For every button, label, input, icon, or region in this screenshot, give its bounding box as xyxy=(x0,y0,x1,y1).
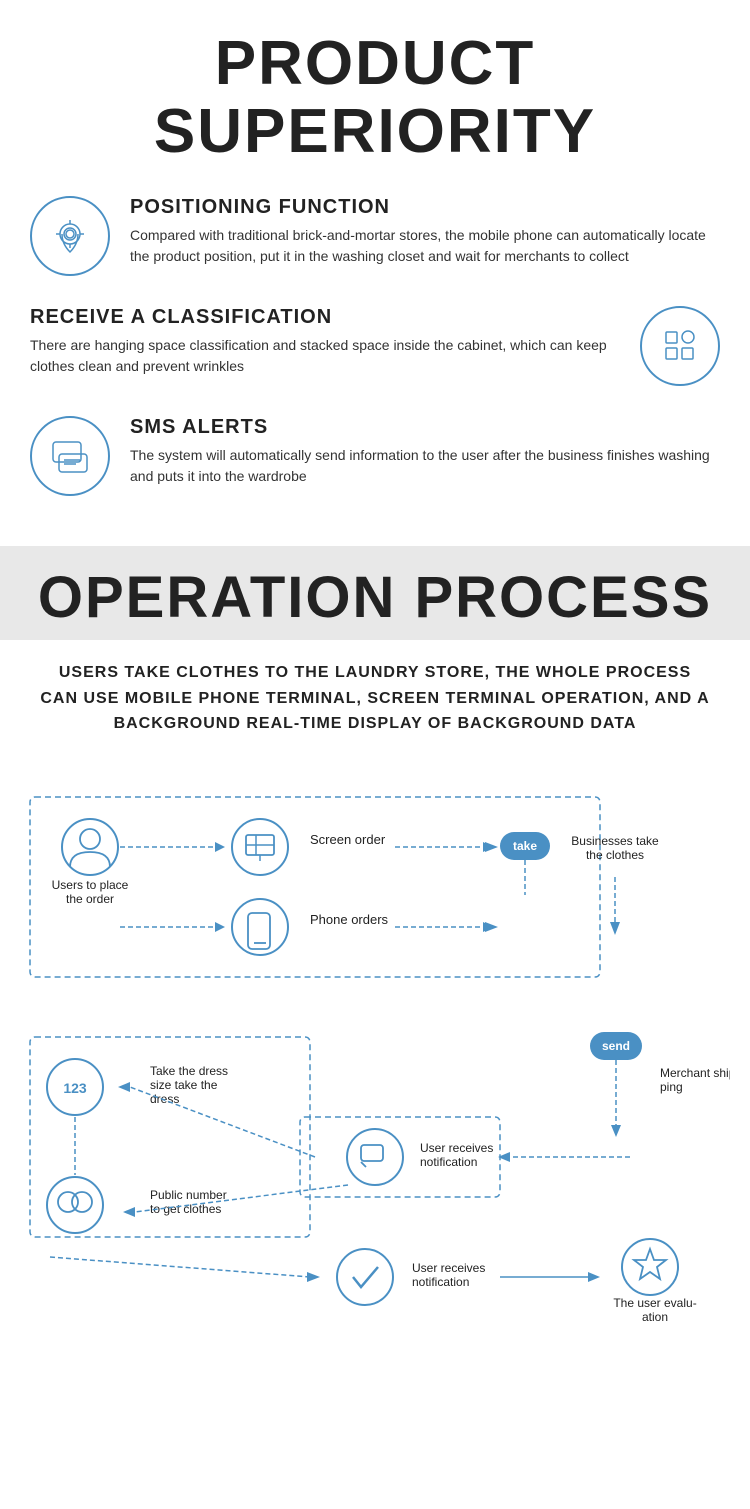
sms-icon xyxy=(30,416,110,496)
feature-classification-desc: There are hanging space classification a… xyxy=(30,335,620,377)
feature-positioning-text: POSITIONING FUNCTION Compared with tradi… xyxy=(130,196,720,267)
operation-description: USERS TAKE CLOTHES TO THE LAUNDRY STORE,… xyxy=(40,660,710,737)
feature-classification: RECEIVE A CLASSIFICATION There are hangi… xyxy=(30,306,720,386)
svg-text:take: take xyxy=(513,839,537,853)
svg-text:notification: notification xyxy=(420,1155,477,1169)
product-superiority-section: PRODUCT SUPERIORITY POSITIONING FUNCTION… xyxy=(0,0,750,546)
svg-text:The user evalu-: The user evalu- xyxy=(613,1296,696,1310)
feature-sms-title: SMS ALERTS xyxy=(130,416,720,439)
feature-positioning-desc: Compared with traditional brick-and-mort… xyxy=(130,225,720,267)
feature-sms-desc: The system will automatically send infor… xyxy=(130,445,720,487)
svg-text:Users to place: Users to place xyxy=(52,878,129,892)
feature-sms-text: SMS ALERTS The system will automatically… xyxy=(130,416,720,487)
svg-text:Screen order: Screen order xyxy=(310,832,386,847)
svg-text:the order: the order xyxy=(66,892,114,906)
svg-text:notification: notification xyxy=(412,1275,469,1289)
svg-text:Phone orders: Phone orders xyxy=(310,912,389,927)
operation-title: OPERATION PROCESS xyxy=(30,566,720,630)
feature-positioning: POSITIONING FUNCTION Compared with tradi… xyxy=(30,196,720,276)
svg-text:Public number: Public number xyxy=(150,1188,227,1202)
svg-text:ation: ation xyxy=(642,1310,668,1324)
svg-text:the clothes: the clothes xyxy=(586,848,644,862)
classification-icon xyxy=(640,306,720,386)
operation-section-header: OPERATION PROCESS xyxy=(0,546,750,640)
flow-diagram: Users to place the order Screen order ta… xyxy=(20,777,730,1337)
svg-text:dress: dress xyxy=(150,1092,179,1106)
feature-sms: SMS ALERTS The system will automatically… xyxy=(30,416,720,496)
feature-positioning-title: POSITIONING FUNCTION xyxy=(130,196,720,219)
svg-text:Take the dress: Take the dress xyxy=(150,1064,228,1078)
page-title: PRODUCT SUPERIORITY xyxy=(30,30,720,166)
feature-classification-text: RECEIVE A CLASSIFICATION There are hangi… xyxy=(30,306,620,377)
svg-text:ping: ping xyxy=(660,1080,683,1094)
positioning-icon xyxy=(30,196,110,276)
feature-classification-title: RECEIVE A CLASSIFICATION xyxy=(30,306,620,329)
svg-text:User receives: User receives xyxy=(412,1261,485,1275)
svg-text:send: send xyxy=(602,1039,630,1053)
svg-text:123: 123 xyxy=(63,1080,87,1096)
svg-text:size take the: size take the xyxy=(150,1078,218,1092)
flow-section: Users to place the order Screen order ta… xyxy=(0,757,750,1372)
svg-text:User receives: User receives xyxy=(420,1141,493,1155)
svg-text:Businesses take: Businesses take xyxy=(571,834,659,848)
svg-text:Merchant ship-: Merchant ship- xyxy=(660,1066,730,1080)
operation-desc-section: USERS TAKE CLOTHES TO THE LAUNDRY STORE,… xyxy=(0,640,750,757)
